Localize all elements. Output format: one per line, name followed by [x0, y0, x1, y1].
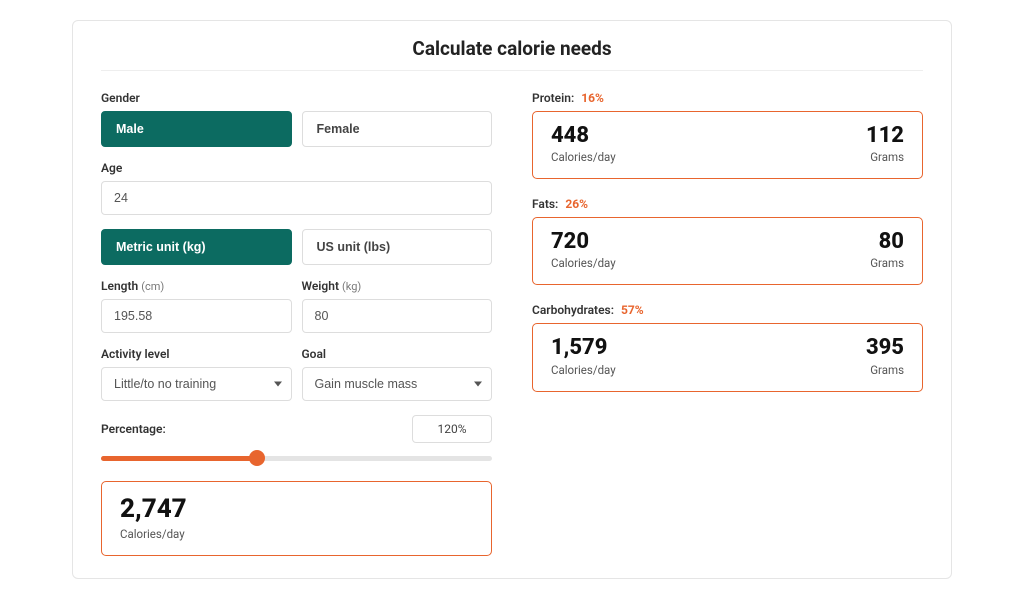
columns: Gender Male Female Age Metric unit (kg) … [101, 91, 923, 556]
age-input[interactable] [101, 181, 492, 215]
gender-toggle: Male Female [101, 111, 492, 147]
total-calories-unit: Calories/day [120, 527, 473, 541]
protein-grams-value: 112 [866, 124, 904, 148]
protein-cal-unit: Calories/day [551, 150, 616, 164]
activity-label: Activity level [101, 347, 292, 361]
carbs-grams-value: 395 [866, 336, 904, 360]
length-weight-row: Length (cm) Weight (kg) [101, 279, 492, 333]
unit-group: Metric unit (kg) US unit (lbs) [101, 229, 492, 265]
percentage-display: 120% [412, 415, 492, 443]
weight-label: Weight (kg) [302, 279, 493, 293]
carbs-card: 1,579 Calories/day 395 Grams [532, 323, 923, 391]
protein-head: Protein: 16% [532, 91, 923, 105]
age-group: Age [101, 161, 492, 215]
protein-card: 448 Calories/day 112 Grams [532, 111, 923, 179]
goal-label: Goal [302, 347, 493, 361]
age-label: Age [101, 161, 492, 175]
carbs-cal-value: 1,579 [551, 336, 616, 360]
slider-fill [101, 456, 257, 461]
fats-block: Fats: 26% 720 Calories/day 80 Grams [532, 197, 923, 285]
form-column: Gender Male Female Age Metric unit (kg) … [101, 91, 492, 556]
carbs-grams-col: 395 Grams [866, 336, 904, 376]
gender-label: Gender [101, 91, 492, 105]
page-title: Calculate calorie needs [101, 37, 923, 70]
protein-grams-unit: Grams [866, 150, 904, 164]
percentage-row: Percentage: 120% [101, 415, 492, 443]
fats-pct: 26% [565, 197, 588, 211]
protein-grams-col: 112 Grams [866, 124, 904, 164]
protein-pct: 16% [581, 91, 604, 105]
fats-card: 720 Calories/day 80 Grams [532, 217, 923, 285]
fats-cal-value: 720 [551, 230, 616, 254]
protein-label: Protein: [532, 91, 574, 105]
macros-column: Protein: 16% 448 Calories/day 112 Grams [532, 91, 923, 556]
weight-group: Weight (kg) [302, 279, 493, 333]
unit-metric-button[interactable]: Metric unit (kg) [101, 229, 292, 265]
carbs-pct: 57% [621, 303, 644, 317]
gender-male-button[interactable]: Male [101, 111, 292, 147]
gender-group: Gender Male Female [101, 91, 492, 147]
carbs-cal-col: 1,579 Calories/day [551, 336, 616, 376]
percentage-label: Percentage: [101, 422, 166, 436]
fats-cal-col: 720 Calories/day [551, 230, 616, 270]
calorie-calculator-panel: Calculate calorie needs Gender Male Fema… [72, 20, 952, 579]
percentage-slider[interactable] [101, 449, 492, 467]
divider [101, 70, 923, 71]
weight-input[interactable] [302, 299, 493, 333]
activity-group: Activity level Little/to no training [101, 347, 292, 401]
goal-group: Goal Gain muscle mass [302, 347, 493, 401]
unit-us-button[interactable]: US unit (lbs) [302, 229, 493, 265]
protein-block: Protein: 16% 448 Calories/day 112 Grams [532, 91, 923, 179]
fats-grams-value: 80 [870, 230, 904, 254]
fats-cal-unit: Calories/day [551, 256, 616, 270]
length-group: Length (cm) [101, 279, 292, 333]
carbs-label: Carbohydrates: [532, 303, 614, 317]
carbs-block: Carbohydrates: 57% 1,579 Calories/day 39… [532, 303, 923, 391]
fats-head: Fats: 26% [532, 197, 923, 211]
total-calories-value: 2,747 [120, 494, 473, 525]
protein-cal-col: 448 Calories/day [551, 124, 616, 164]
fats-label: Fats: [532, 197, 558, 211]
length-input[interactable] [101, 299, 292, 333]
carbs-cal-unit: Calories/day [551, 363, 616, 377]
fats-grams-col: 80 Grams [870, 230, 904, 270]
gender-female-button[interactable]: Female [302, 111, 493, 147]
length-label: Length (cm) [101, 279, 292, 293]
activity-select[interactable]: Little/to no training [101, 367, 292, 401]
unit-toggle: Metric unit (kg) US unit (lbs) [101, 229, 492, 265]
activity-goal-row: Activity level Little/to no training Goa… [101, 347, 492, 401]
carbs-head: Carbohydrates: 57% [532, 303, 923, 317]
protein-cal-value: 448 [551, 124, 616, 148]
slider-thumb[interactable] [249, 450, 265, 466]
fats-grams-unit: Grams [870, 256, 904, 270]
total-calories-card: 2,747 Calories/day [101, 481, 492, 556]
goal-select[interactable]: Gain muscle mass [302, 367, 493, 401]
carbs-grams-unit: Grams [866, 363, 904, 377]
